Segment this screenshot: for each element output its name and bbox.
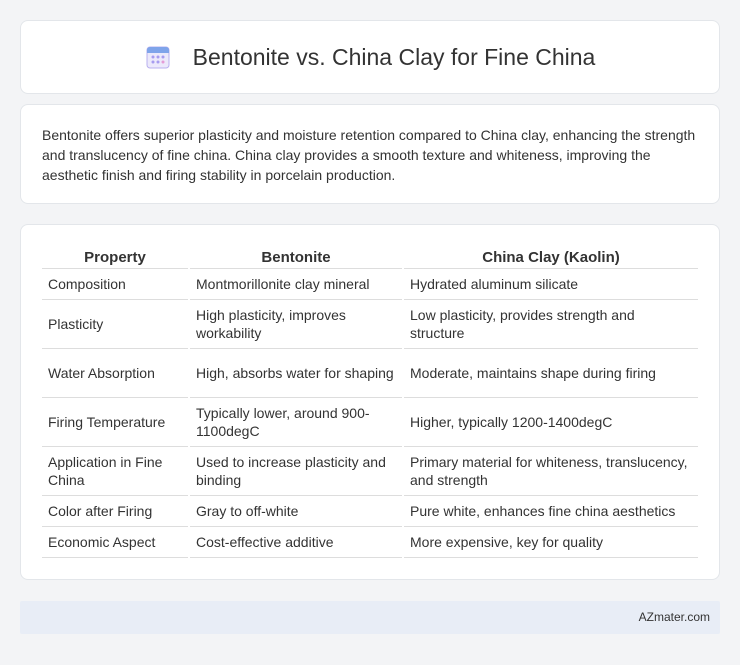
footer-brand-link[interactable]: AZmater.com: [639, 610, 710, 624]
table-row: Economic Aspect Cost-effective additive …: [42, 526, 698, 558]
table-cell: Montmorillonite clay mineral: [188, 268, 403, 300]
table-cell: Composition: [42, 268, 189, 300]
table-cell: High plasticity, improves workability: [188, 299, 403, 349]
description-card: Bentonite offers superior plasticity and…: [20, 104, 720, 204]
table-cell: Application in Fine China: [42, 446, 189, 496]
header-property: Property: [42, 247, 189, 269]
table-row: Composition Montmorillonite clay mineral…: [42, 268, 698, 300]
table-cell: Typically lower, around 900-1100degC: [188, 397, 403, 447]
table-cell: More expensive, key for quality: [402, 526, 698, 558]
table-row: Water Absorption High, absorbs water for…: [42, 348, 698, 398]
table-row: Color after Firing Gray to off-white Pur…: [42, 495, 698, 527]
table-cell: Plasticity: [42, 299, 189, 349]
table-cell: Moderate, maintains shape during firing: [402, 348, 698, 398]
table-row: Plasticity High plasticity, improves wor…: [42, 299, 698, 349]
footer-bar: AZmater.com: [20, 601, 720, 634]
table-cell: Pure white, enhances fine china aestheti…: [402, 495, 698, 527]
table-cell: High, absorbs water for shaping: [188, 348, 403, 398]
table-cell: Gray to off-white: [188, 495, 403, 527]
table-row: Firing Temperature Typically lower, arou…: [42, 397, 698, 447]
table-row: Application in Fine China Used to increa…: [42, 446, 698, 496]
description-text: Bentonite offers superior plasticity and…: [42, 127, 696, 183]
header-china-clay: China Clay (Kaolin): [402, 247, 698, 269]
title-wrap: Bentonite vs. China Clay for Fine China: [145, 43, 596, 71]
table-cell: Color after Firing: [42, 495, 189, 527]
table-cell: Economic Aspect: [42, 526, 189, 558]
table-cell: Low plasticity, provides strength and st…: [402, 299, 698, 349]
page-title: Bentonite vs. China Clay for Fine China: [192, 43, 596, 70]
title-card: Bentonite vs. China Clay for Fine China: [20, 20, 720, 94]
header-bentonite: Bentonite: [188, 247, 403, 269]
table-cell: Higher, typically 1200-1400degC: [402, 397, 698, 447]
comparison-table: Property Bentonite China Clay (Kaolin) C…: [42, 247, 698, 558]
table-header-row: Property Bentonite China Clay (Kaolin): [42, 247, 698, 269]
table-cell: Cost-effective additive: [188, 526, 403, 558]
table-cell: Primary material for whiteness, transluc…: [402, 446, 698, 496]
calendar-icon: [145, 44, 171, 70]
table-cell: Firing Temperature: [42, 397, 189, 447]
table-cell: Used to increase plasticity and binding: [188, 446, 403, 496]
table-cell: Hydrated aluminum silicate: [402, 268, 698, 300]
table-cell: Water Absorption: [42, 348, 189, 398]
comparison-table-card: Property Bentonite China Clay (Kaolin) C…: [20, 224, 720, 580]
